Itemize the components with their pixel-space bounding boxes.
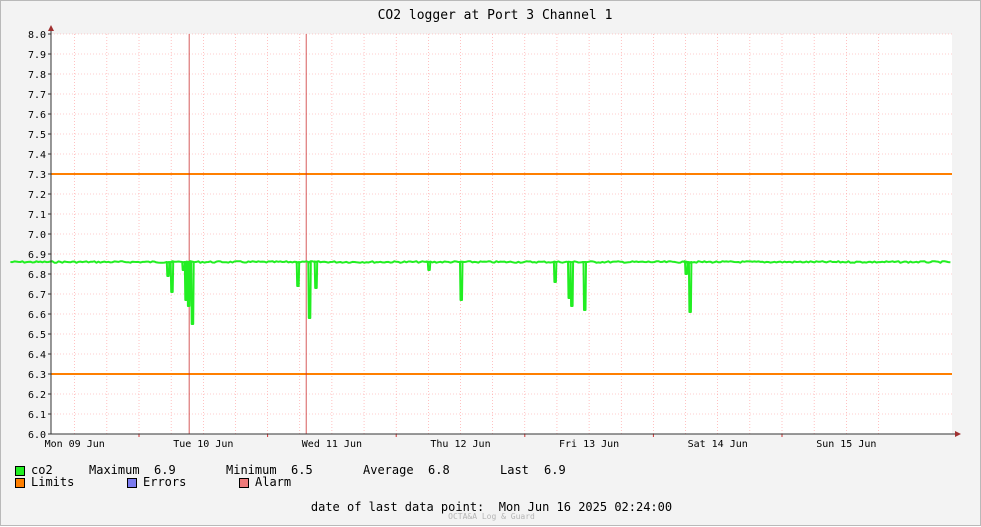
x-tick-label: Wed 11 Jun <box>302 439 362 450</box>
last-value: 6.9 <box>544 463 566 477</box>
y-tick-label: 7.5 <box>28 130 46 141</box>
y-tick-label: 6.0 <box>28 430 46 441</box>
y-tick-label: 6.5 <box>28 330 46 341</box>
chart-canvas: CO2 logger at Port 3 Channel 1 6.0 6.1 6.2… <box>10 8 961 450</box>
y-tick-label: 7.3 <box>28 170 46 181</box>
errors-legend-label: Errors <box>143 475 187 489</box>
x-tick-label: Thu 12 Jun <box>430 439 490 450</box>
y-tick-label: 6.4 <box>28 350 46 361</box>
x-tick-label: Tue 10 Jun <box>173 439 233 450</box>
y-tick-label: 7.2 <box>28 190 46 201</box>
x-tick-label: Mon 09 Jun <box>45 439 105 450</box>
limits-legend-label: Limits <box>31 475 75 489</box>
chart-frame: CO2 logger at Port 3 Channel 1 6.0 6.1 6.2… <box>0 0 981 526</box>
y-tick-label: 6.6 <box>28 310 46 321</box>
y-tick-label: 7.7 <box>28 90 46 101</box>
chart-title: CO2 logger at Port 3 Channel 1 <box>378 8 613 23</box>
alarm-legend-swatch <box>239 478 249 488</box>
y-tick-label: 7.8 <box>28 70 46 81</box>
maximum-label: Maximum <box>89 463 140 477</box>
last-label: Last <box>500 463 529 477</box>
x-tick-label: Sun 15 Jun <box>816 439 876 450</box>
x-tick-label: Sat 14 Jun <box>688 439 748 450</box>
y-tick-label: 6.3 <box>28 370 46 381</box>
y-tick-label: 6.7 <box>28 290 46 301</box>
y-tick-label: 7.1 <box>28 210 46 221</box>
y-tick-label: 6.9 <box>28 250 46 261</box>
limits-legend-swatch <box>15 478 25 488</box>
y-tick-label: 7.0 <box>28 230 46 241</box>
minimum-value: 6.5 <box>291 463 313 477</box>
co2-legend-swatch <box>15 466 25 476</box>
y-tick-label: 7.4 <box>28 150 46 161</box>
watermark: OCTA&A Log & Guard <box>448 512 535 521</box>
errors-legend-swatch <box>127 478 137 488</box>
x-tick-label: Fri 13 Jun <box>559 439 619 450</box>
y-tick-label: 8.0 <box>28 30 46 41</box>
average-label: Average <box>363 463 414 477</box>
y-tick-label: 6.8 <box>28 270 46 281</box>
x-axis-arrow <box>955 431 961 437</box>
y-tick-label: 7.6 <box>28 110 46 121</box>
y-tick-label: 7.9 <box>28 50 46 61</box>
y-tick-label: 6.1 <box>28 410 46 421</box>
average-value: 6.8 <box>428 463 450 477</box>
y-tick-label: 6.2 <box>28 390 46 401</box>
y-axis-arrow <box>48 25 54 31</box>
alarm-legend-label: Alarm <box>255 475 292 489</box>
